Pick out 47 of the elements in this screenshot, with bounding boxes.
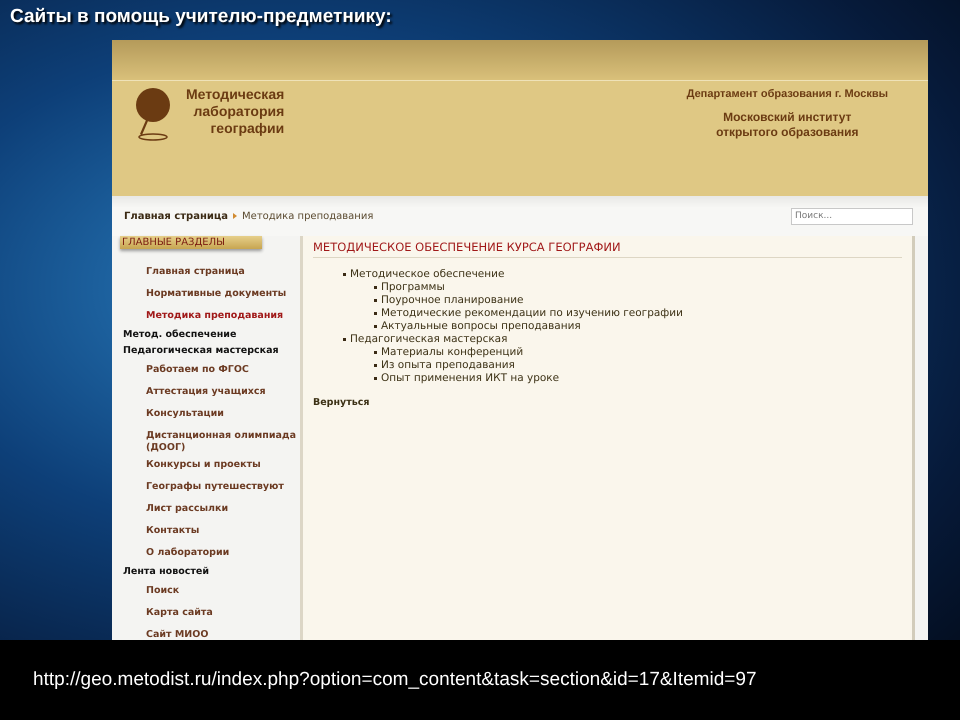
bullet-icon (374, 286, 377, 289)
slide-title: Сайты в помощь учителю-предметнику: (10, 6, 392, 28)
content-link[interactable]: Материалы конференций (381, 346, 524, 359)
sidebar-heading: ГЛАВНЫЕ РАЗДЕЛЫ (120, 236, 262, 249)
bullet-icon (374, 325, 377, 328)
sidebar-link[interactable]: Конкурсы и проекты (112, 459, 298, 476)
content-link[interactable]: Поурочное планирование (381, 294, 524, 307)
sidebar-link[interactable]: Аттестация учащихся (112, 381, 298, 403)
sidebar-link[interactable]: Методика преподавания (112, 305, 298, 327)
back-link[interactable]: Вернуться (313, 397, 902, 408)
content-link[interactable]: Из опыта преподавания (381, 359, 515, 372)
content-title: МЕТОДИЧЕСКОЕ ОБЕСПЕЧЕНИЕ КУРСА ГЕОГРАФИИ (313, 240, 902, 258)
bullet-icon (343, 273, 346, 276)
sidebar-section[interactable]: Лента новостей (112, 564, 298, 580)
content-link[interactable]: Программы (381, 281, 445, 294)
department-text: Департамент образования г. Москвы (686, 88, 888, 100)
bullet-icon (374, 364, 377, 367)
sidebar-link[interactable]: Главная страница (112, 261, 298, 283)
bullet-icon (374, 351, 377, 354)
content-link[interactable]: Опыт применения ИКТ на уроке (381, 372, 560, 385)
institute-name: Московский институт открытого образования (715, 110, 860, 140)
content-link[interactable]: Актуальные вопросы преподавания (381, 320, 581, 333)
sidebar-link[interactable]: Поиск (112, 580, 298, 602)
sidebar-link[interactable]: Сайт МИОО (112, 624, 298, 640)
bullet-icon (374, 312, 377, 315)
sidebar-section[interactable]: Метод. обеспечение (112, 327, 298, 343)
sidebar-link[interactable]: Нормативные документы (112, 283, 298, 305)
chevron-icon (232, 213, 238, 219)
sidebar-link[interactable]: Географы путешествуют (112, 476, 298, 498)
sidebar-link[interactable]: Работаем по ФГОС (112, 359, 298, 381)
content-link[interactable]: Методическое обеспечение (350, 268, 504, 281)
content-link[interactable]: Педагогическая мастерская (350, 333, 508, 346)
sidebar-link[interactable]: Дистанционная олимпиада (ДООГ) (112, 425, 298, 459)
bullet-icon (343, 338, 346, 341)
sidebar-link[interactable]: Карта сайта (112, 602, 298, 624)
sidebar-link[interactable]: Контакты (112, 520, 298, 542)
search-field[interactable]: Поиск... (791, 208, 913, 224)
sidebar-link[interactable]: Консультации (112, 403, 298, 425)
sidebar-link[interactable]: О лаборатории (112, 542, 298, 564)
bullet-icon (374, 377, 377, 380)
breadcrumb-link[interactable]: Главная страница (124, 210, 228, 222)
sidebar-link[interactable]: Лист рассылки (112, 498, 298, 520)
sidebar-section[interactable]: Педагогическая мастерская (112, 343, 298, 359)
url-text: http://geo.metodist.ru/index.php?option=com_content&task=section&id=17&Itemid=97 (33, 669, 757, 691)
site-logo-text: Методическая лаборатория географии (186, 86, 284, 137)
bullet-icon (374, 299, 377, 302)
content-link[interactable]: Методические рекомендации по изучению географии (381, 307, 683, 320)
